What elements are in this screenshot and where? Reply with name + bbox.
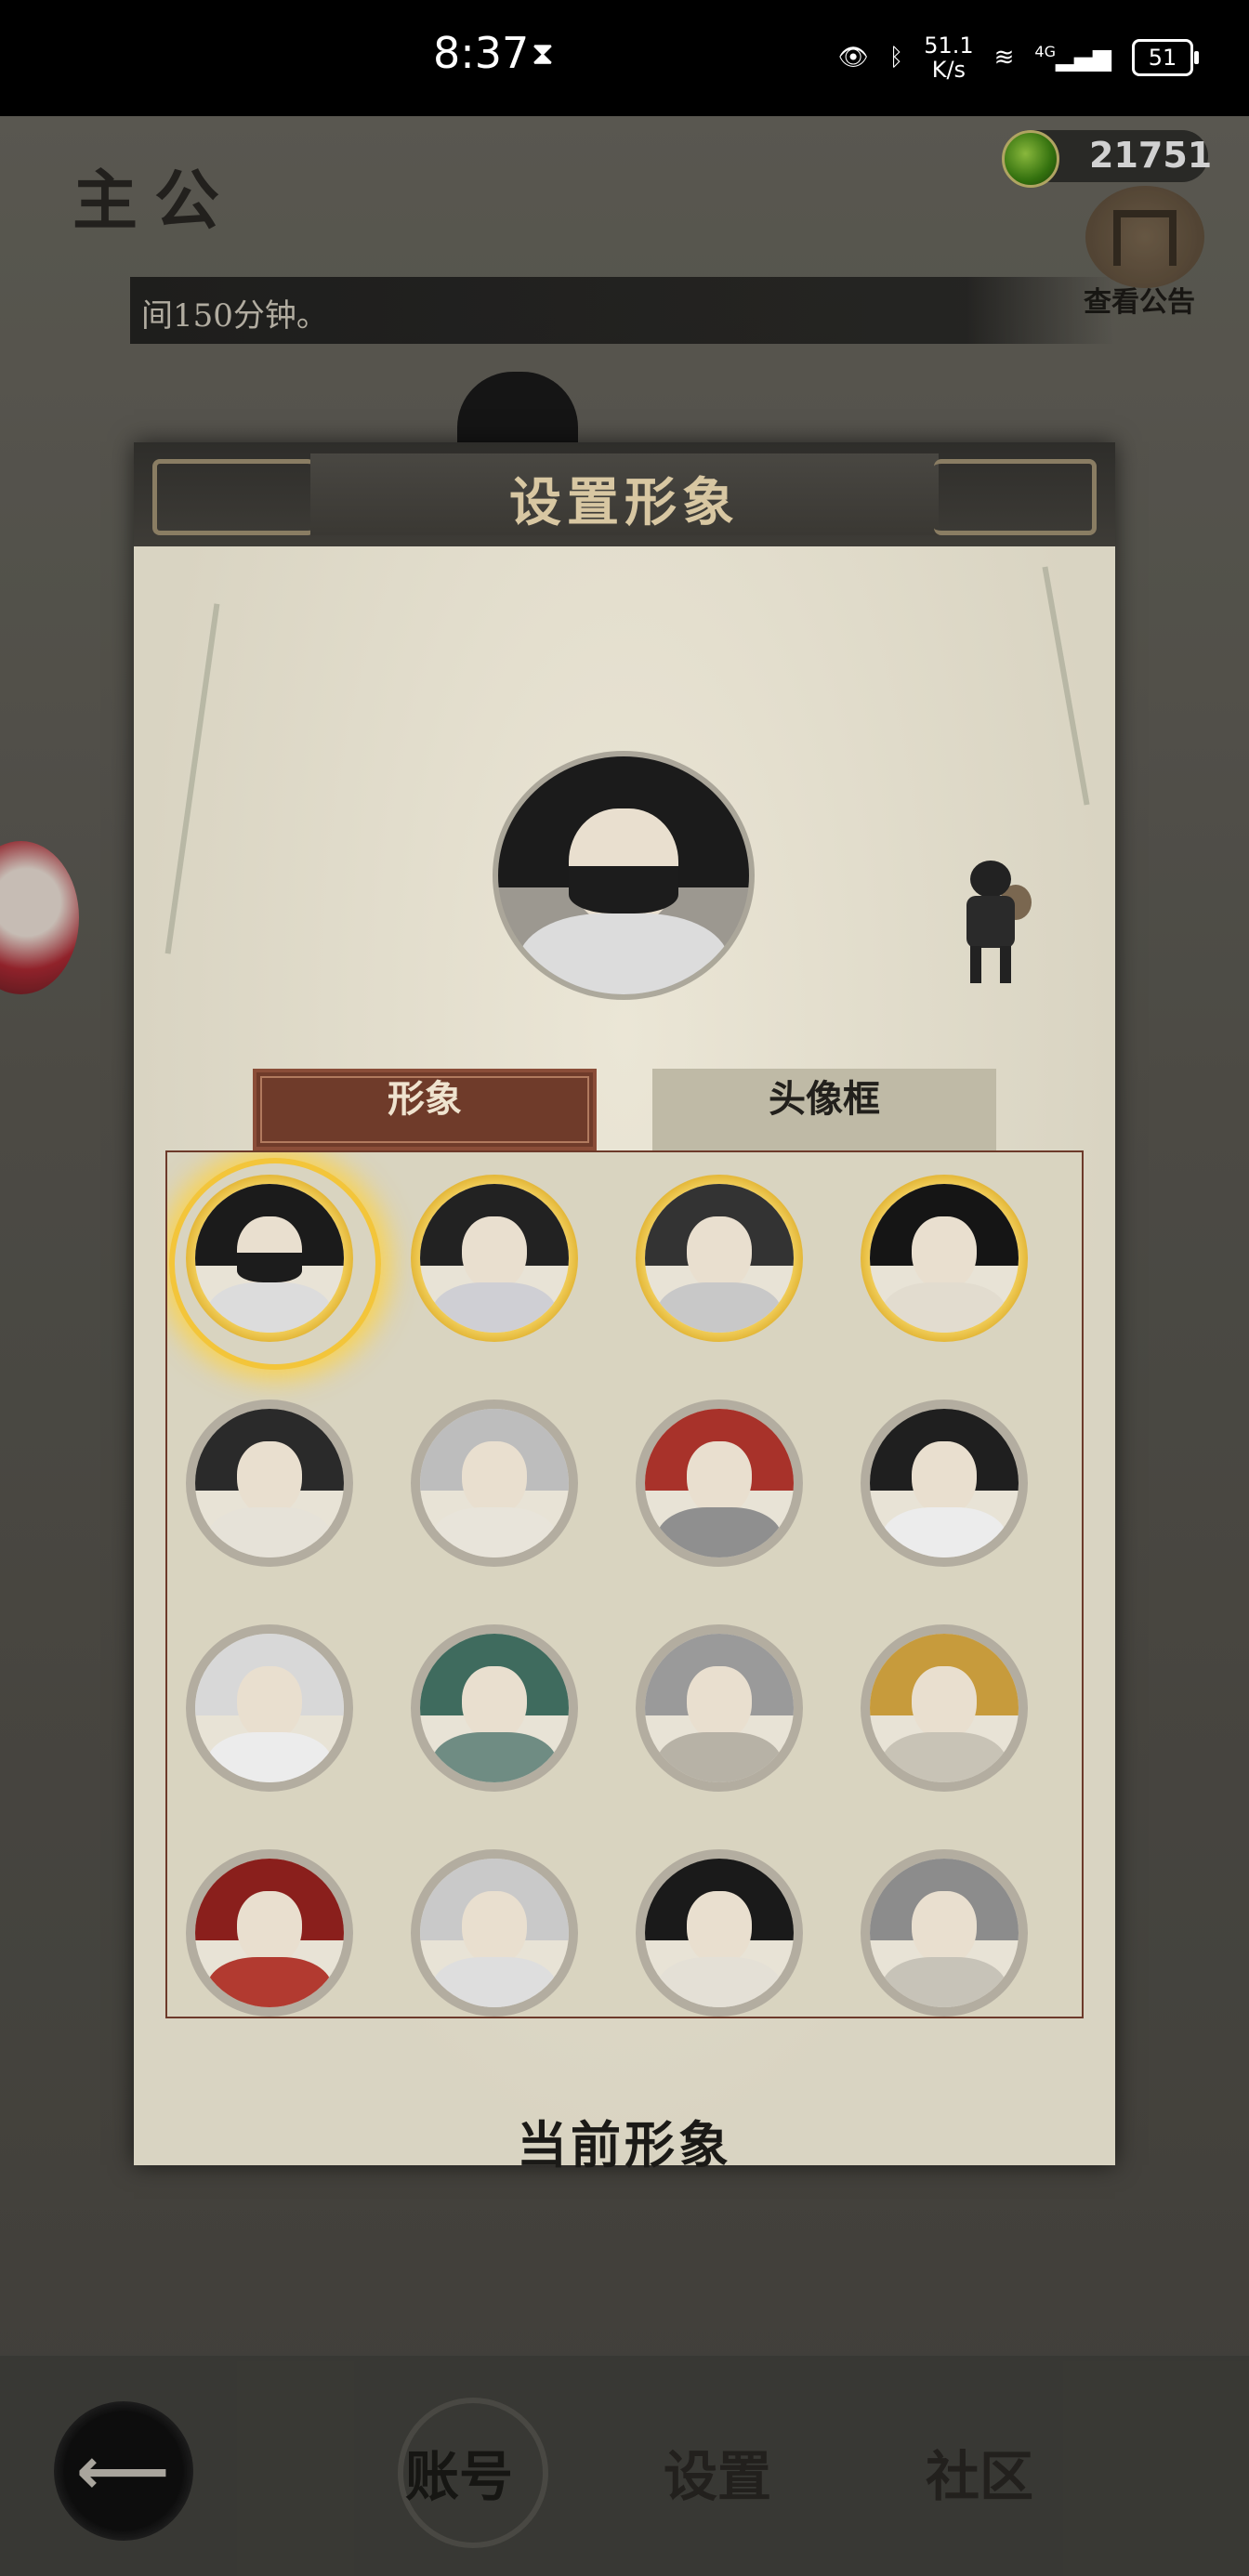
long-hair-hero-portrait-icon [645, 1184, 794, 1333]
portrait-option[interactable] [636, 1849, 803, 2017]
current-portrait-preview [498, 756, 749, 994]
portrait-option[interactable] [861, 1175, 1028, 1342]
portrait-option[interactable] [411, 1175, 578, 1342]
set-appearance-dialog: 设置形象 形象 头像框 当前形象 [134, 442, 1115, 2175]
current-appearance-label[interactable]: 当前形象 [134, 2104, 1115, 2177]
portrait-option[interactable] [186, 1400, 353, 1567]
ninja-chibi-icon [961, 861, 1032, 991]
steel-helmet-soldier-portrait-icon [870, 1859, 1019, 2007]
portrait-option[interactable] [636, 1175, 803, 1342]
status-bar: 8:37 ⧗ 👁 ᛒ 51.1 K/s ≋ 4G▂▄▆ 51 [0, 0, 1249, 116]
portrait-option[interactable] [186, 1624, 353, 1792]
portrait-option[interactable] [186, 1849, 353, 2017]
portrait-option[interactable] [861, 1624, 1028, 1792]
bamboo-decoration [1042, 566, 1090, 806]
silver-helmet-general-portrait-icon [195, 1634, 344, 1782]
elder-sage-portrait-icon [420, 1409, 569, 1557]
strategist-portrait-icon [195, 1409, 344, 1557]
portrait-option[interactable] [861, 1400, 1028, 1567]
silver-masked-knight-portrait-icon [420, 1859, 569, 2007]
clock: 8:37 [433, 28, 530, 78]
bamboo-decoration [164, 603, 220, 954]
young-general-portrait-icon [420, 1184, 569, 1333]
golden-helmet-general-portrait-icon [870, 1634, 1019, 1782]
dialog-header: 设置形象 [134, 442, 1115, 546]
lady-warrior-portrait-icon [870, 1184, 1019, 1333]
portrait-option[interactable] [411, 1400, 578, 1567]
battery-icon: 51 [1132, 39, 1199, 76]
status-icons: 👁 ᛒ 51.1 K/s ≋ 4G▂▄▆ 51 [837, 33, 1199, 83]
crowned-warlord-portrait-icon [195, 1859, 344, 2007]
armored-veteran-portrait-icon [645, 1634, 794, 1782]
dialog-body: 形象 头像框 当前形象 [134, 546, 1115, 2175]
eye-icon: 👁 [837, 44, 869, 72]
network-speed: 51.1 K/s [924, 33, 974, 83]
bluetooth-icon: ᛒ [888, 44, 904, 72]
portrait-grid [165, 1150, 1084, 2018]
portrait-option[interactable] [411, 1624, 578, 1792]
red-bandana-warrior-portrait-icon [645, 1409, 794, 1557]
portrait-option[interactable] [411, 1849, 578, 2017]
tab-appearance[interactable]: 形象 [253, 1069, 597, 1150]
hourglass-icon: ⧗ [532, 35, 554, 72]
wifi-icon: ≋ [993, 44, 1015, 72]
cellular-signal-icon: 4G▂▄▆ [1034, 43, 1111, 72]
portrait-option[interactable] [861, 1849, 1028, 2017]
portrait-option[interactable] [636, 1624, 803, 1792]
tab-avatar-frame[interactable]: 头像框 [652, 1069, 996, 1150]
young-noble-portrait-icon [645, 1859, 794, 2007]
scholar-general-portrait-icon [870, 1409, 1019, 1557]
masked-ninja-portrait-icon [195, 1184, 344, 1333]
green-robed-bearded-general-portrait-icon [420, 1634, 569, 1782]
dialog-title: 设置形象 [509, 472, 740, 533]
portrait-option[interactable] [636, 1400, 803, 1567]
portrait-option[interactable] [169, 1158, 381, 1370]
